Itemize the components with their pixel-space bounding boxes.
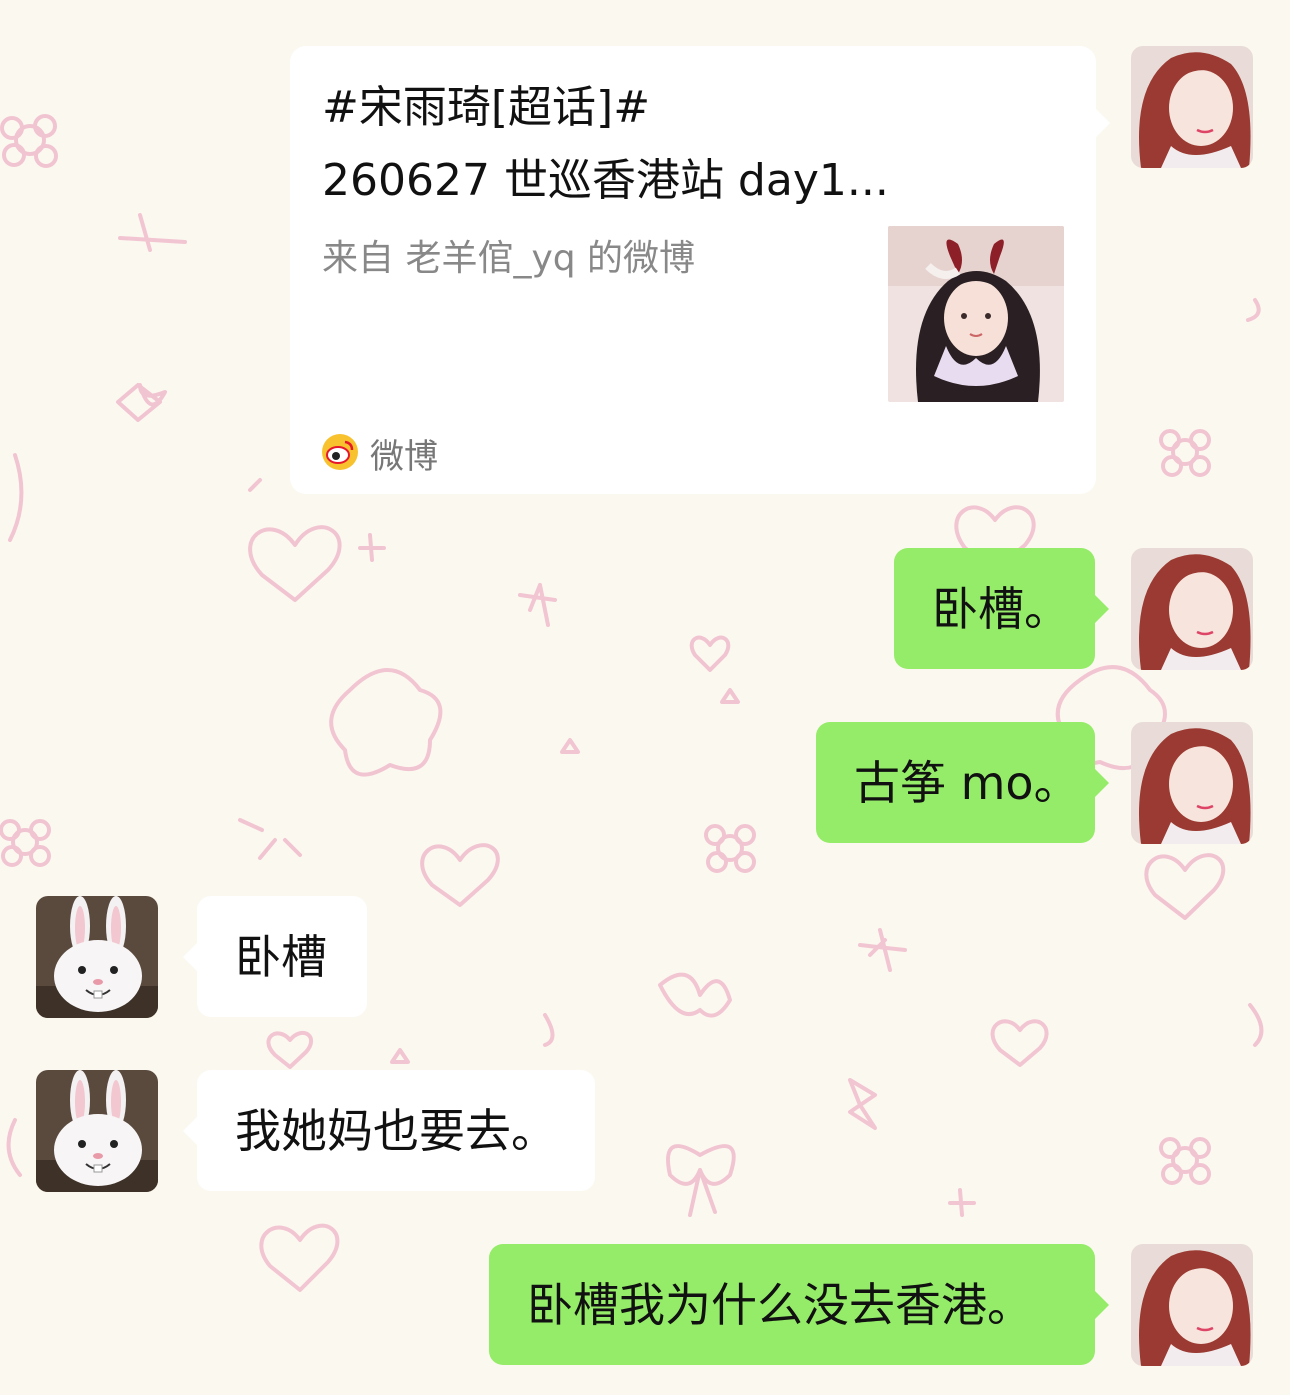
self-avatar[interactable] [1131,46,1253,168]
share-card-app-label: 微博 [370,437,438,477]
share-card-thumbnail [888,226,1064,402]
chat-bubble-outgoing[interactable]: 卧槽我为什么没去香港。 [489,1244,1109,1365]
chat-bubble-outgoing[interactable]: 古筝 mo。 [816,722,1109,843]
weibo-icon [322,433,358,474]
chat-bubble-incoming[interactable]: 卧槽 [183,896,367,1017]
share-card-subtitle: 260627 世巡香港站 day1... [322,155,889,206]
self-avatar[interactable] [1131,548,1253,670]
share-card-title: #宋雨琦[超话]# [322,82,651,133]
share-card-source: 来自 老羊倌_yq 的微博 [322,238,696,279]
contact-avatar[interactable] [36,896,158,1018]
share-card-footer: 微博 [322,429,438,478]
self-avatar[interactable] [1131,1244,1253,1366]
self-avatar[interactable] [1131,722,1253,844]
weibo-share-card[interactable]: #宋雨琦[超话]# 260627 世巡香港站 day1... 来自 老羊倌_yq… [290,46,1110,494]
chat-bubble-outgoing[interactable]: 卧槽。 [894,548,1109,669]
contact-avatar[interactable] [36,1070,158,1192]
chat-bubble-incoming[interactable]: 我她妈也要去。 [183,1070,595,1191]
